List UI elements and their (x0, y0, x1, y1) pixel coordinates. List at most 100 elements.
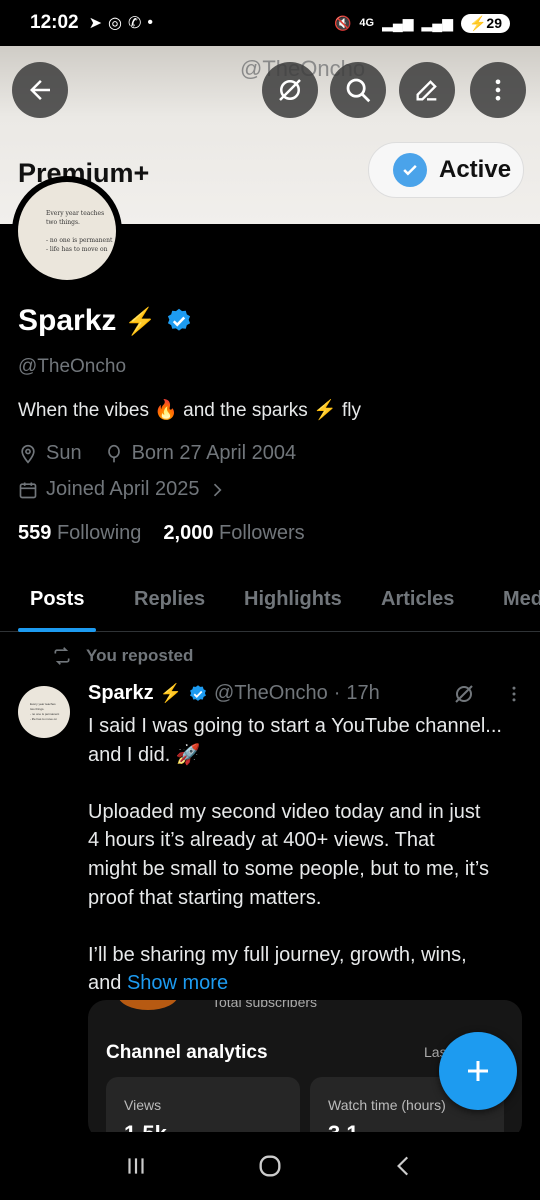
verified-badge-icon[interactable] (165, 307, 193, 335)
post-line-last: and Show more (88, 969, 528, 998)
grok-icon[interactable] (452, 682, 476, 706)
post-line: I’ll be sharing my full journey, growth,… (88, 943, 467, 966)
grok-button[interactable] (262, 62, 318, 118)
checkmark-icon (393, 153, 427, 187)
profile-handle: @TheOncho (18, 356, 127, 377)
arrow-left-icon (30, 80, 50, 100)
avatar-text-line: two things. (46, 218, 80, 226)
avatar-text-line: - life has to move on (30, 717, 58, 721)
status-time: 12:02 (30, 12, 79, 33)
followers-link[interactable]: 2,000 Followers (163, 522, 304, 545)
post-line: proof that starting matters. (88, 886, 322, 909)
profile-name-row: Sparkz ⚡ (18, 304, 193, 338)
post-text: I said I was going to start a YouTube ch… (88, 712, 528, 998)
pencil-icon (416, 80, 437, 101)
plus-icon (468, 1061, 488, 1081)
profile-birthday: Born 27 April 2004 (131, 442, 297, 464)
post-line: 4 hours it’s already at 400+ views. That (88, 829, 435, 852)
telegram-icon: ➤ (88, 15, 103, 32)
avatar-image: Every year teaches two things. - no one … (18, 182, 116, 280)
post-author-name[interactable]: Sparkz (88, 682, 154, 705)
system-nav-bar (0, 1132, 540, 1200)
mute-icon: 🔇 (333, 14, 352, 31)
post-avatar[interactable]: Every year teaches two things. - no one … (18, 686, 70, 738)
post-actions-top (452, 682, 524, 706)
chevron-right-icon (214, 483, 222, 496)
follow-stats: 559 Following 2,000 Followers (18, 522, 305, 545)
home-icon[interactable] (256, 1152, 284, 1180)
subscribers-label: Total subscribers (212, 1000, 318, 1010)
battery-level: 29 (486, 14, 502, 31)
tab-replies[interactable]: Replies (134, 576, 205, 623)
profile-avatar[interactable]: Every year teaches two things. - no one … (12, 176, 122, 286)
post-time: 17h (346, 682, 380, 704)
following-link[interactable]: 559 Following (18, 522, 141, 545)
whatsapp-icon: ✆ (127, 15, 142, 32)
profile-meta-row: Sun Born 27 April 2004 (18, 442, 296, 465)
avatar-text-line: - no one is permanent (46, 236, 113, 244)
lightning-icon: ⚡ (159, 683, 183, 703)
tab-media[interactable]: Media (503, 576, 540, 623)
post-line: I said I was going to start a YouTube ch… (88, 715, 502, 737)
post-line-start: and (88, 972, 127, 995)
profile-name: Sparkz (18, 304, 117, 337)
profile-location: Sun (46, 442, 82, 464)
more-vertical-icon[interactable] (504, 684, 524, 704)
avatar-text-line: Every year teaches (46, 209, 105, 217)
more-options-button[interactable] (470, 62, 526, 118)
battery-badge: ⚡29 (460, 13, 510, 33)
following-label: Following (56, 522, 142, 544)
post-line: and I did. 🚀 (88, 743, 201, 766)
avatar-text-line: - life has to move on (46, 245, 108, 253)
verified-badge-icon (190, 684, 206, 701)
post-line (88, 912, 528, 941)
instagram-icon: ◎ (108, 15, 122, 32)
edit-profile-button[interactable] (399, 62, 455, 118)
search-icon (346, 78, 371, 103)
balloon-icon (107, 444, 120, 462)
followers-label: Followers (219, 522, 305, 544)
post-header: Sparkz ⚡ @TheOncho · 17h (88, 682, 380, 705)
calendar-icon (19, 482, 37, 498)
status-bar: 12:02 ➤ ◎ ✆ • 🔇 4G ▂▄▆ ▂▄▆ ⚡29 (0, 0, 540, 46)
profile-bio: When the vibes 🔥 and the sparks ⚡ fly (18, 400, 362, 421)
show-more-link[interactable]: Show more (127, 972, 228, 994)
tab-highlights[interactable]: Highlights (244, 576, 342, 623)
dot-icon: • (147, 14, 153, 31)
post-author-handle: @TheOncho (214, 682, 328, 704)
tab-posts[interactable]: Posts (30, 576, 84, 623)
views-label: Views (124, 1097, 162, 1113)
signal-icon-2: ▂▄▆ (421, 14, 453, 31)
lightning-icon: ⚡ (124, 305, 157, 336)
repost-icon (54, 647, 70, 665)
active-tab-indicator (18, 628, 96, 632)
post-line: Uploaded my second video today and in ju… (88, 800, 481, 823)
profile-joined-row[interactable]: Joined April 2025 (18, 478, 227, 501)
premium-active-button[interactable]: Active (368, 142, 524, 198)
post-line (88, 769, 528, 798)
signal-icon: ▂▄▆ (382, 14, 414, 31)
location-icon (21, 444, 35, 464)
views-metric: Views 1.5k (106, 1077, 300, 1140)
channel-avatar (118, 1000, 178, 1010)
avatar-text-line (46, 227, 116, 236)
repost-label: You reposted (86, 646, 194, 665)
watch-time-label: Watch time (hours) (328, 1097, 446, 1113)
network-label: 4G (359, 17, 375, 29)
profile-joined: Joined April 2025 (46, 478, 200, 500)
tab-articles[interactable]: Articles (381, 576, 454, 623)
repost-indicator: You reposted (52, 646, 193, 666)
profile-tabs: Posts Replies Highlights Articles Media (0, 576, 540, 632)
post-dot: · (333, 682, 341, 704)
more-vertical-icon (495, 79, 501, 101)
back-nav-icon[interactable] (391, 1153, 417, 1179)
followers-count: 2,000 (163, 522, 214, 544)
compose-post-button[interactable] (439, 1032, 517, 1110)
analytics-title: Channel analytics (106, 1042, 268, 1063)
active-label: Active (439, 156, 512, 183)
post-line: might be small to some people, but to me… (88, 857, 489, 880)
search-button[interactable] (330, 62, 386, 118)
recent-apps-icon[interactable] (123, 1153, 149, 1179)
back-button[interactable] (12, 62, 68, 118)
notification-icons: ➤ ◎ ✆ • (89, 13, 153, 33)
